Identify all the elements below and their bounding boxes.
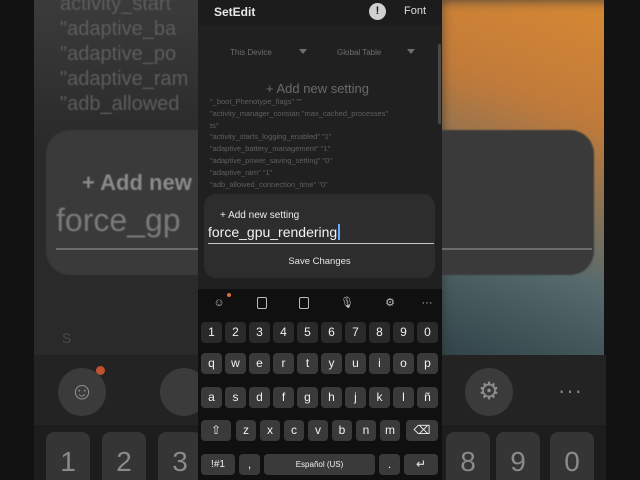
- bg-emoji-icon: ☺: [58, 368, 106, 416]
- symbols-key[interactable]: !#1: [201, 454, 235, 475]
- app-bar: SetEdit ! Font: [198, 0, 442, 26]
- bg-s-char: S: [62, 330, 72, 346]
- backspace-key[interactable]: ⌫: [406, 420, 438, 441]
- key-d[interactable]: d: [249, 387, 270, 408]
- key-t[interactable]: t: [297, 353, 318, 374]
- key-j[interactable]: j: [345, 387, 366, 408]
- key-4[interactable]: 4: [273, 322, 294, 343]
- emoji-icon[interactable]: ☺: [208, 294, 230, 312]
- key-e[interactable]: e: [249, 353, 270, 374]
- table-dropdown[interactable]: Global Table: [337, 48, 381, 57]
- scrollbar[interactable]: [438, 44, 441, 124]
- bg-list-item: "adb_allowed: [60, 93, 180, 115]
- key-q[interactable]: q: [201, 353, 222, 374]
- bg-list-item: "adaptive_ram: [60, 68, 189, 90]
- key-m[interactable]: m: [380, 420, 400, 441]
- list-item[interactable]: "activity_starts_logging_enabled" "1": [210, 131, 432, 143]
- add-setting-button[interactable]: + Add new setting: [266, 81, 369, 96]
- setting-name-input[interactable]: force_gpu_rendering: [208, 222, 434, 244]
- key-z[interactable]: z: [236, 420, 256, 441]
- bg-dialog-title: + Add new: [82, 170, 192, 195]
- phone-screen: SetEdit ! Font This Device Global Table …: [198, 0, 442, 480]
- text-edit-icon[interactable]: [293, 294, 315, 312]
- key-1[interactable]: 1: [201, 322, 222, 343]
- key-o[interactable]: o: [393, 353, 414, 374]
- bg-list-item: "adaptive_po: [60, 43, 177, 65]
- key-s[interactable]: s: [225, 387, 246, 408]
- key-enye[interactable]: ñ: [417, 387, 438, 408]
- app-title: SetEdit: [214, 5, 256, 19]
- keyboard: ☺ 🎙 ⚙ ··· 1 2 3 4 5 6 7 8 9 0 q w e r t …: [198, 289, 442, 480]
- gear-icon[interactable]: ⚙: [379, 294, 401, 312]
- bg-settings-list: activity_start "adaptive_ba "adaptive_po…: [60, 0, 188, 117]
- settings-list: "_boot_Phenotype_flags" "" "activity_man…: [210, 96, 432, 190]
- key-7[interactable]: 7: [345, 322, 366, 343]
- bg-key: 2: [102, 432, 146, 480]
- bg-key: 8: [446, 432, 490, 480]
- key-9[interactable]: 9: [393, 322, 414, 343]
- font-button[interactable]: Font: [404, 5, 426, 17]
- bg-edge-left: [0, 0, 36, 480]
- bg-notification-dot: [96, 366, 105, 375]
- add-setting-dialog: + Add new setting force_gpu_rendering Sa…: [204, 194, 435, 278]
- key-5[interactable]: 5: [297, 322, 318, 343]
- key-i[interactable]: i: [369, 353, 390, 374]
- dialog-title: + Add new setting: [220, 210, 300, 221]
- device-dropdown[interactable]: This Device: [230, 48, 272, 57]
- key-8[interactable]: 8: [369, 322, 390, 343]
- key-h[interactable]: h: [321, 387, 342, 408]
- chevron-down-icon: [407, 49, 415, 54]
- key-p[interactable]: p: [417, 353, 438, 374]
- list-item[interactable]: "adb_allowed_connection_time" "0": [210, 179, 432, 191]
- bg-list-item: activity_start: [60, 0, 172, 15]
- key-u[interactable]: u: [345, 353, 366, 374]
- more-icon[interactable]: ···: [416, 294, 438, 312]
- bg-dialog-input: force_gp: [56, 202, 181, 238]
- key-g[interactable]: g: [297, 387, 318, 408]
- chevron-down-icon: [299, 49, 307, 54]
- key-l[interactable]: l: [393, 387, 414, 408]
- key-f[interactable]: f: [273, 387, 294, 408]
- key-3[interactable]: 3: [249, 322, 270, 343]
- list-item[interactable]: ts": [210, 120, 432, 132]
- bg-key: 3: [158, 432, 202, 480]
- setting-name-value: force_gpu_rendering: [208, 224, 340, 240]
- info-icon[interactable]: !: [369, 3, 386, 20]
- key-0[interactable]: 0: [417, 322, 438, 343]
- key-y[interactable]: y: [321, 353, 342, 374]
- save-changes-button[interactable]: Save Changes: [204, 256, 435, 267]
- space-key[interactable]: Español (US): [264, 454, 375, 475]
- key-6[interactable]: 6: [321, 322, 342, 343]
- key-n[interactable]: n: [356, 420, 376, 441]
- bg-key: 1: [46, 432, 90, 480]
- notification-dot: [227, 293, 231, 297]
- microphone-icon[interactable]: 🎙: [336, 294, 358, 312]
- text-caret: [338, 224, 340, 240]
- key-c[interactable]: c: [284, 420, 304, 441]
- key-w[interactable]: w: [225, 353, 246, 374]
- enter-key[interactable]: ↵: [404, 454, 438, 475]
- list-item[interactable]: "adaptive_battery_management" "1": [210, 143, 432, 155]
- bg-key: 9: [496, 432, 540, 480]
- key-x[interactable]: x: [260, 420, 280, 441]
- bg-more-icon: ···: [558, 378, 583, 403]
- bg-gear-icon: ⚙: [465, 368, 513, 416]
- shift-key[interactable]: ⇧: [201, 420, 231, 441]
- bg-list-item: "adaptive_ba: [60, 18, 177, 40]
- list-item[interactable]: "adaptive_ram" "1": [210, 167, 432, 179]
- clipboard-icon[interactable]: [251, 294, 273, 312]
- list-item[interactable]: "_boot_Phenotype_flags" "": [210, 96, 432, 108]
- list-item[interactable]: "activity_manager_constan "max_cached_pr…: [210, 108, 432, 120]
- bg-edge-right: [604, 0, 640, 480]
- list-item[interactable]: "adaptive_power_saving_setting" "0": [210, 155, 432, 167]
- key-k[interactable]: k: [369, 387, 390, 408]
- key-a[interactable]: a: [201, 387, 222, 408]
- key-2[interactable]: 2: [225, 322, 246, 343]
- key-b[interactable]: b: [332, 420, 352, 441]
- key-v[interactable]: v: [308, 420, 328, 441]
- key-r[interactable]: r: [273, 353, 294, 374]
- comma-key[interactable]: ,: [239, 454, 260, 475]
- period-key[interactable]: .: [379, 454, 400, 475]
- bg-key: 0: [550, 432, 594, 480]
